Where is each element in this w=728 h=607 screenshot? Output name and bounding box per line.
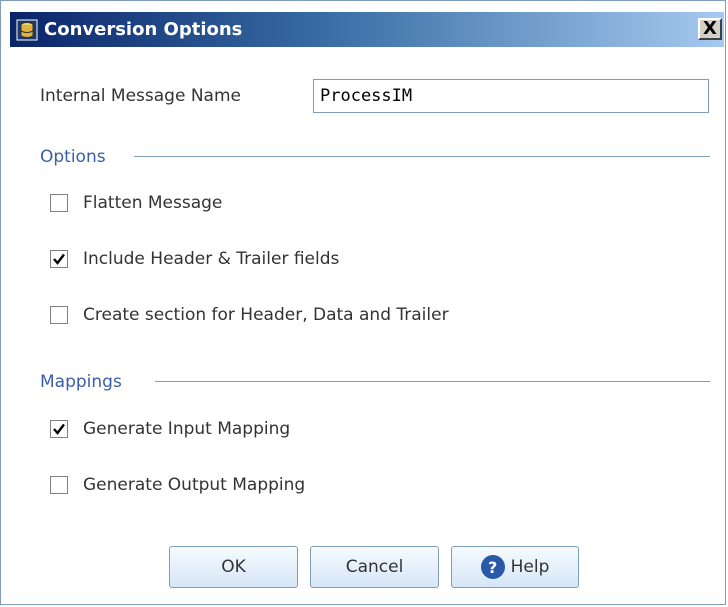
ok-button-label: OK: [221, 557, 246, 577]
internal-message-name-input[interactable]: [313, 79, 709, 113]
generate-output-mapping-option[interactable]: Generate Output Mapping: [50, 475, 305, 495]
flatten-message-checkbox[interactable]: [50, 194, 68, 212]
generate-output-mapping-label: Generate Output Mapping: [83, 475, 306, 495]
options-section-header: Options: [40, 147, 106, 167]
conversion-options-dialog: Conversion Options X Internal Message Na…: [0, 0, 726, 605]
title-bar[interactable]: Conversion Options X: [10, 12, 724, 47]
generate-output-mapping-checkbox[interactable]: [50, 476, 68, 494]
checkmark-icon: [53, 253, 65, 265]
include-header-trailer-label: Include Header & Trailer fields: [83, 249, 340, 269]
cancel-button-label: Cancel: [345, 557, 404, 577]
create-section-option[interactable]: Create section for Header, Data and Trai…: [50, 305, 449, 325]
include-header-trailer-checkbox[interactable]: [50, 250, 68, 268]
cancel-button[interactable]: Cancel: [310, 546, 439, 588]
flatten-message-label: Flatten Message: [83, 193, 223, 213]
checkmark-icon: [53, 423, 65, 435]
help-button[interactable]: ? Help: [451, 546, 579, 588]
ok-button[interactable]: OK: [169, 546, 298, 588]
options-divider: [134, 156, 710, 157]
include-header-trailer-option[interactable]: Include Header & Trailer fields: [50, 249, 339, 269]
question-mark-icon: ?: [480, 555, 505, 579]
mappings-divider: [155, 381, 710, 382]
help-button-label: Help: [510, 557, 550, 577]
generate-input-mapping-option[interactable]: Generate Input Mapping: [50, 419, 290, 439]
mappings-section-header: Mappings: [40, 372, 122, 392]
close-button[interactable]: X: [698, 18, 722, 40]
flatten-message-option[interactable]: Flatten Message: [50, 193, 222, 213]
create-section-checkbox[interactable]: [50, 306, 68, 324]
internal-message-name-label: Internal Message Name: [40, 86, 241, 106]
window-title: Conversion Options: [44, 19, 243, 40]
create-section-label: Create section for Header, Data and Trai…: [83, 305, 449, 325]
generate-input-mapping-checkbox[interactable]: [50, 420, 68, 438]
generate-input-mapping-label: Generate Input Mapping: [83, 419, 291, 439]
database-icon: [16, 19, 38, 41]
